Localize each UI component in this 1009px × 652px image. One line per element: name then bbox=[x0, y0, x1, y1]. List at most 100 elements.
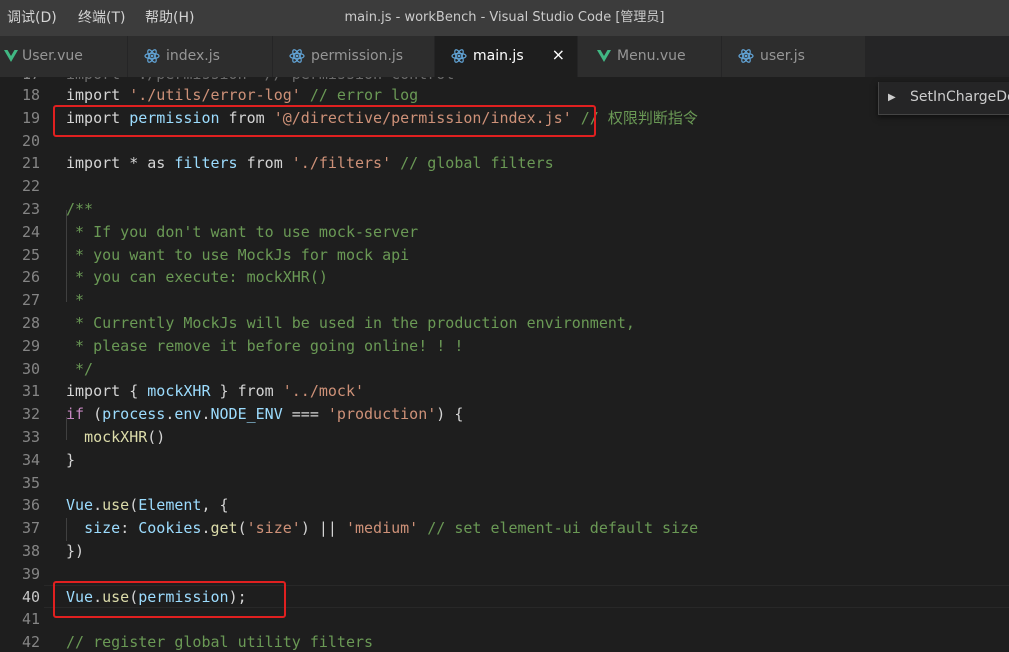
code-token: 'medium' bbox=[345, 519, 419, 537]
line-number: 35 bbox=[21, 474, 40, 492]
code-token: '../mock' bbox=[282, 382, 365, 400]
line-number: 41 bbox=[21, 610, 40, 628]
annotation-box-import bbox=[53, 105, 596, 137]
code-token: size bbox=[84, 519, 121, 537]
code-line: mockXHR() bbox=[66, 426, 165, 449]
code-token: import bbox=[66, 382, 130, 400]
code-token: * you want to use MockJs for mock api bbox=[66, 246, 410, 264]
code-line: // register global utility filters bbox=[66, 631, 373, 652]
line-number: 20 bbox=[21, 132, 40, 150]
code-token: './utils/error-log' bbox=[129, 86, 301, 104]
code-token: // error log bbox=[300, 86, 419, 104]
code-line: Vue.use(Element, { bbox=[66, 494, 229, 517]
close-icon[interactable]: × bbox=[552, 45, 565, 65]
code-token: * Currently MockJs will be used in the p… bbox=[66, 314, 635, 332]
vue-icon bbox=[4, 50, 18, 62]
menu-help[interactable]: 帮助(H) bbox=[145, 0, 194, 36]
code-line: * If you don't want to use mock-server bbox=[66, 221, 418, 244]
code-token: from bbox=[237, 154, 292, 172]
line-number: 36 bbox=[21, 496, 40, 514]
code-token: * bbox=[129, 154, 148, 172]
line-number: 29 bbox=[21, 337, 40, 355]
title-bar: 调试(D) 终端(T) 帮助(H) main.js - workBench - … bbox=[0, 0, 1009, 36]
code-token: { bbox=[129, 382, 148, 400]
code-token: 'production' bbox=[327, 405, 437, 423]
code-token: }) bbox=[66, 542, 85, 560]
code-token: Cookies bbox=[138, 519, 202, 537]
code-token: ) || bbox=[300, 519, 346, 537]
code-line: if (process.env.NODE_ENV === 'production… bbox=[66, 403, 463, 426]
tab-label: permission.js bbox=[311, 48, 404, 64]
code-token: , { bbox=[201, 496, 229, 514]
line-number: 24 bbox=[21, 223, 40, 241]
line-number: 21 bbox=[21, 154, 40, 172]
menu-debug[interactable]: 调试(D) bbox=[7, 0, 57, 36]
tab-menu-vue[interactable]: Menu.vue bbox=[578, 36, 722, 77]
code-editor[interactable]: 17 import './permission' // permission c… bbox=[0, 77, 1009, 652]
tab-main-js[interactable]: main.js × bbox=[435, 36, 578, 77]
outline-popup[interactable]: ▶ SetInChargeDe bbox=[878, 82, 1009, 115]
code-token: } bbox=[66, 451, 76, 469]
code-token: import bbox=[66, 86, 130, 104]
code-token: Element bbox=[138, 496, 202, 514]
code-token: . bbox=[201, 405, 211, 423]
line-number: 37 bbox=[21, 519, 40, 537]
code-token: /** bbox=[66, 200, 94, 218]
line-number: 30 bbox=[21, 360, 40, 378]
code-token: from bbox=[237, 382, 283, 400]
code-token: 'size' bbox=[246, 519, 301, 537]
code-token: use bbox=[102, 496, 130, 514]
code-line: */ bbox=[66, 358, 93, 381]
code-line: * Currently MockJs will be used in the p… bbox=[66, 312, 635, 335]
code-token: : bbox=[120, 519, 139, 537]
line-number: 28 bbox=[21, 314, 40, 332]
tab-permission-js[interactable]: permission.js bbox=[273, 36, 435, 77]
react-atom-icon bbox=[289, 49, 305, 63]
code-token: import bbox=[66, 154, 130, 172]
code-token: * If you don't want to use mock-server bbox=[66, 223, 419, 241]
code-token: // register global utility filters bbox=[66, 633, 374, 651]
line-number: 23 bbox=[21, 200, 40, 218]
code-token: // set element-ui default size bbox=[418, 519, 699, 537]
code-token: // global filters bbox=[391, 154, 554, 172]
line-number: 33 bbox=[21, 428, 40, 446]
code-token: * please remove it before going online! … bbox=[66, 337, 464, 355]
tab-label: Menu.vue bbox=[617, 48, 686, 64]
line-number: 38 bbox=[21, 542, 40, 560]
code-line: * bbox=[66, 289, 84, 312]
code-token: if bbox=[66, 405, 85, 423]
code-token: NODE_ENV bbox=[210, 405, 283, 423]
line-number: 40 bbox=[21, 588, 40, 606]
line-number: 34 bbox=[21, 451, 40, 469]
expand-arrow-icon[interactable]: ▶ bbox=[888, 92, 896, 103]
code-line: } bbox=[66, 449, 75, 472]
code-line: size: Cookies.get('size') || 'medium' //… bbox=[66, 517, 698, 540]
code-token: as bbox=[147, 154, 175, 172]
tab-index-js[interactable]: index.js bbox=[128, 36, 273, 77]
code-token: Vue bbox=[66, 496, 94, 514]
line-number: 19 bbox=[21, 109, 40, 127]
tab-user-vue[interactable]: User.vue bbox=[0, 36, 128, 77]
code-token: process bbox=[102, 405, 166, 423]
vue-icon bbox=[597, 50, 611, 62]
code-token: . bbox=[93, 496, 103, 514]
menu-terminal[interactable]: 终端(T) bbox=[78, 0, 125, 36]
annotation-box-vue-use bbox=[53, 581, 286, 618]
code-token: ( bbox=[129, 496, 139, 514]
window-title: main.js - workBench - Visual Studio Code… bbox=[344, 10, 665, 25]
code-line: * please remove it before going online! … bbox=[66, 335, 463, 358]
code-token: ) { bbox=[436, 405, 464, 423]
code-token: env bbox=[174, 405, 202, 423]
line-number: 22 bbox=[21, 177, 40, 195]
line-number: 31 bbox=[21, 382, 40, 400]
tab-user-js[interactable]: user.js bbox=[722, 36, 866, 77]
code-token: } bbox=[210, 382, 238, 400]
code-token: . bbox=[201, 519, 211, 537]
code-token: filters bbox=[174, 154, 238, 172]
code-token: * you can execute: mockXHR() bbox=[66, 268, 328, 286]
code-token: mockXHR bbox=[147, 382, 211, 400]
line-number: 27 bbox=[21, 291, 40, 309]
line-number: 42 bbox=[21, 633, 40, 651]
